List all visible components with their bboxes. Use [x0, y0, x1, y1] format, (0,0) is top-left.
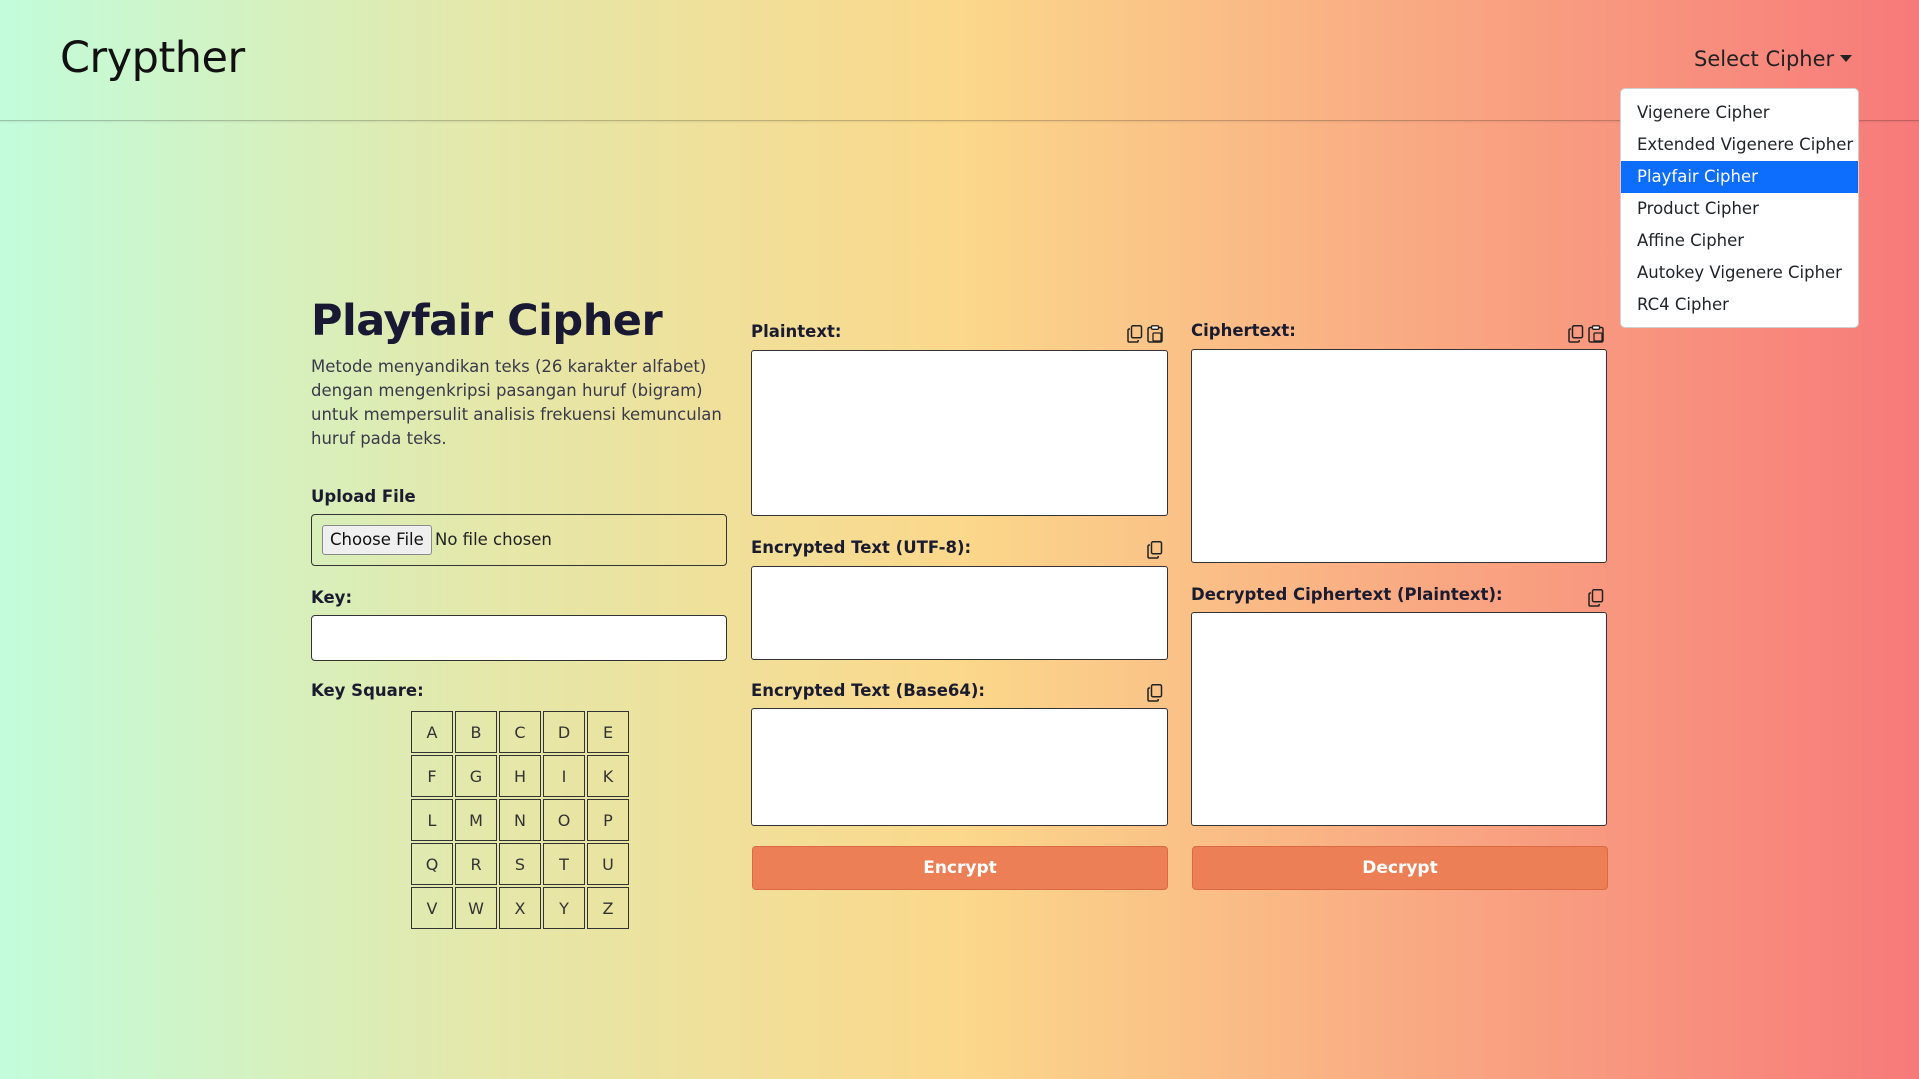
key-square-cell: F [411, 755, 453, 797]
key-square-cell: O [543, 799, 585, 841]
dropdown-item-autokey-vigenere[interactable]: Autokey Vigenere Cipher [1621, 257, 1858, 289]
key-square-cell: E [587, 711, 629, 753]
cipher-dropdown-menu: Vigenere Cipher Extended Vigenere Cipher… [1620, 88, 1859, 328]
encrypt-button[interactable]: Encrypt [752, 846, 1168, 890]
key-input[interactable] [311, 615, 727, 661]
decrypted-plaintext-textarea[interactable] [1191, 612, 1607, 826]
page-title: Playfair Cipher [311, 296, 663, 346]
select-cipher-label: Select Cipher [1694, 47, 1835, 71]
key-square-cell: B [455, 711, 497, 753]
key-square-cell: Y [543, 887, 585, 929]
copy-icon[interactable] [1568, 325, 1584, 343]
dropdown-item-product[interactable]: Product Cipher [1621, 193, 1858, 225]
copy-icon[interactable] [1588, 589, 1604, 607]
file-upload-input[interactable]: Choose File No file chosen [311, 514, 727, 566]
encrypted-utf8-textarea[interactable] [751, 566, 1168, 660]
key-square-grid: A B C D E F G H I K L M N O P Q R S T U … [411, 711, 629, 929]
dropdown-item-rc4[interactable]: RC4 Cipher [1621, 289, 1858, 321]
key-square-cell: I [543, 755, 585, 797]
key-label: Key: [311, 588, 353, 607]
key-square-cell: P [587, 799, 629, 841]
key-square-cell: H [499, 755, 541, 797]
key-square-cell: W [455, 887, 497, 929]
ciphertext-label: Ciphertext: [1191, 321, 1296, 340]
dropdown-item-affine[interactable]: Affine Cipher [1621, 225, 1858, 257]
key-square-cell: R [455, 843, 497, 885]
key-square-cell: G [455, 755, 497, 797]
key-square-cell: K [587, 755, 629, 797]
upload-file-label: Upload File [311, 487, 416, 506]
paste-icon[interactable] [1147, 325, 1163, 343]
dropdown-item-extended-vigenere[interactable]: Extended Vigenere Cipher [1621, 129, 1858, 161]
key-square-cell: V [411, 887, 453, 929]
copy-icon[interactable] [1147, 684, 1163, 702]
dropdown-item-vigenere[interactable]: Vigenere Cipher [1621, 97, 1858, 129]
key-square-cell: A [411, 711, 453, 753]
choose-file-button[interactable]: Choose File [322, 525, 432, 555]
decrypted-plaintext-label: Decrypted Ciphertext (Plaintext): [1191, 585, 1503, 604]
key-square-cell: T [543, 843, 585, 885]
key-square-cell: M [455, 799, 497, 841]
plaintext-label: Plaintext: [751, 322, 842, 341]
plaintext-textarea[interactable] [751, 350, 1168, 516]
key-square-cell: Z [587, 887, 629, 929]
key-square-cell: L [411, 799, 453, 841]
copy-icon[interactable] [1147, 541, 1163, 559]
file-status-text: No file chosen [435, 530, 552, 549]
ciphertext-textarea[interactable] [1191, 349, 1607, 563]
page-description: Metode menyandikan teks (26 karakter alf… [311, 357, 722, 448]
key-square-cell: S [499, 843, 541, 885]
key-square-cell: Q [411, 843, 453, 885]
encrypted-utf8-label: Encrypted Text (UTF-8): [751, 538, 972, 557]
key-square-label: Key Square: [311, 681, 424, 700]
paste-icon[interactable] [1588, 325, 1604, 343]
key-square-cell: C [499, 711, 541, 753]
copy-icon[interactable] [1127, 325, 1143, 343]
key-square-cell: X [499, 887, 541, 929]
brand-logo[interactable]: Crypther [60, 33, 245, 83]
encrypted-base64-textarea[interactable] [751, 708, 1168, 826]
key-square-cell: D [543, 711, 585, 753]
decrypt-button[interactable]: Decrypt [1192, 846, 1608, 890]
select-cipher-toggle[interactable]: Select Cipher [1694, 47, 1853, 71]
encrypted-base64-label: Encrypted Text (Base64): [751, 681, 986, 700]
dropdown-item-playfair[interactable]: Playfair Cipher [1621, 161, 1858, 193]
key-square-cell: U [587, 843, 629, 885]
key-square-cell: N [499, 799, 541, 841]
caret-down-icon [1840, 55, 1853, 62]
